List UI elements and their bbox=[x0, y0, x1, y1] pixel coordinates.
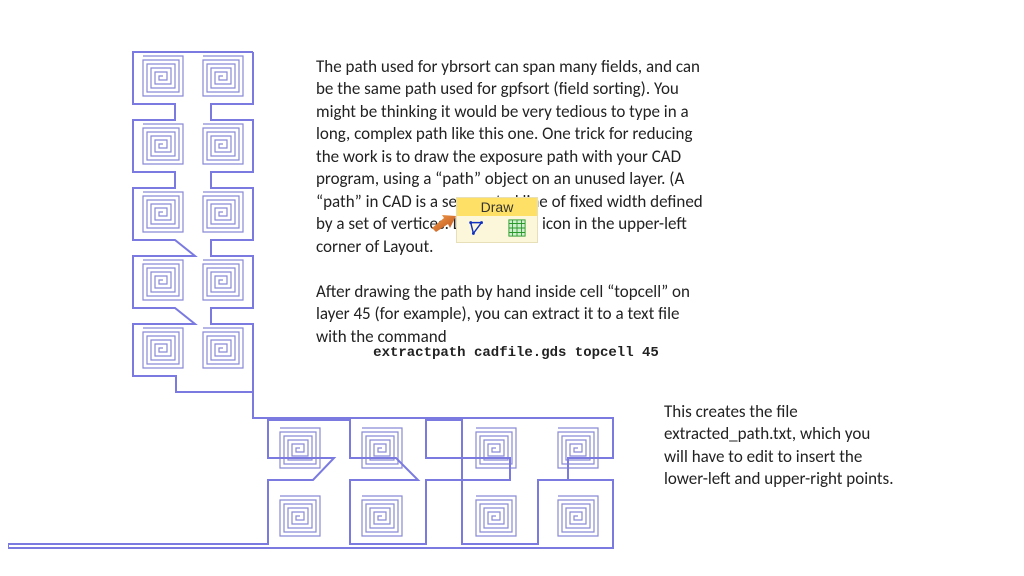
paragraph-2: After drawing the path by hand inside ce… bbox=[316, 281, 696, 348]
draw-label: Draw bbox=[457, 198, 537, 216]
arrow-icon bbox=[432, 212, 456, 237]
path-tool-icon bbox=[468, 219, 486, 237]
draw-palette: Draw bbox=[456, 197, 538, 243]
hatch-tool-icon bbox=[508, 219, 526, 237]
paragraph-3: This creates the file extracted_path.txt… bbox=[664, 401, 894, 491]
command-text: extractpath cadfile.gds topcell 45 bbox=[316, 345, 716, 361]
